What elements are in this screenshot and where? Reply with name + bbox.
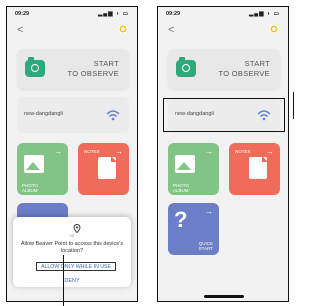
device-card[interactable]: new-dangdangli	[17, 97, 129, 133]
permission-message: Allow Beaver Point to access this device…	[20, 241, 124, 254]
back-chevron-icon[interactable]: <	[168, 25, 174, 36]
phone-screen-left: 09:29 ▂▄▆ ◗ ▭ < START TO OBSERVE new-dan…	[6, 6, 138, 302]
to-observe-label: TO OBSERVE	[218, 69, 270, 78]
photo-album-tile[interactable]: → PHOTO ALBUM	[168, 143, 219, 195]
location-permission-dialog: VS Allow Beaver Point to access this dev…	[13, 217, 131, 287]
quick-start-label: QUICK START	[198, 241, 213, 251]
deny-button[interactable]: DENY	[13, 278, 131, 284]
location-pin-icon	[73, 224, 81, 233]
phone-screen-right: 09:29 ▂▄▆ ◗ ▭ < START TO OBSERVE new-dan…	[157, 6, 289, 302]
photo-album-label: PHOTO ALBUM	[22, 183, 38, 193]
status-bar: 09:29 ▂▄▆ ◗ ▭	[164, 9, 282, 19]
notes-label: NOTES	[84, 149, 100, 154]
arrow-right-icon: →	[266, 147, 274, 156]
status-time: 09:29	[166, 11, 181, 17]
wifi-icon	[106, 110, 120, 121]
gear-icon[interactable]	[118, 24, 128, 34]
quick-start-tile[interactable]: → ? QUICK START	[168, 203, 219, 255]
notes-label: NOTES	[235, 149, 251, 154]
camera-icon	[25, 57, 45, 77]
vs-text: VS	[69, 234, 75, 238]
device-highlight-box	[163, 98, 285, 132]
status-bar: 09:29 ▂▄▆ ◗ ▭	[13, 9, 131, 19]
image-icon	[24, 155, 44, 173]
photo-album-label: PHOTO ALBUM	[173, 183, 189, 193]
back-chevron-icon[interactable]: <	[17, 25, 23, 36]
device-name: new-dangdangli	[24, 111, 63, 117]
callout-line	[63, 255, 64, 306]
start-observe-card[interactable]: START TO OBSERVE	[168, 49, 280, 89]
to-observe-label: TO OBSERVE	[67, 69, 119, 78]
start-label: START	[93, 59, 119, 68]
allow-while-in-use-button[interactable]: ALLOW ONLY WHILE IN USE	[36, 262, 116, 271]
start-label: START	[244, 59, 270, 68]
image-icon	[175, 155, 195, 173]
arrow-right-icon: →	[54, 147, 62, 156]
start-observe-label: START TO OBSERVE	[219, 59, 271, 79]
start-observe-label: START TO OBSERVE	[68, 59, 120, 79]
photo-album-tile[interactable]: → PHOTO ALBUM	[17, 143, 68, 195]
document-icon	[98, 157, 116, 179]
callout-line	[293, 92, 294, 119]
gear-icon[interactable]	[269, 24, 279, 34]
notes-tile[interactable]: → NOTES	[229, 143, 280, 195]
camera-icon	[176, 57, 196, 77]
arrow-right-icon: →	[205, 147, 213, 156]
question-mark-icon: ?	[174, 207, 188, 232]
arrow-right-icon: →	[205, 207, 213, 216]
status-icons: ▂▄▆ ◗ ▭	[98, 11, 129, 17]
arrow-right-icon: →	[115, 147, 123, 156]
home-indicator	[204, 295, 244, 298]
status-icons: ▂▄▆ ◗ ▭	[249, 11, 280, 17]
notes-tile[interactable]: → NOTES	[78, 143, 129, 195]
start-observe-card[interactable]: START TO OBSERVE	[17, 49, 129, 89]
document-icon	[249, 157, 267, 179]
status-time: 09:29	[15, 11, 30, 17]
